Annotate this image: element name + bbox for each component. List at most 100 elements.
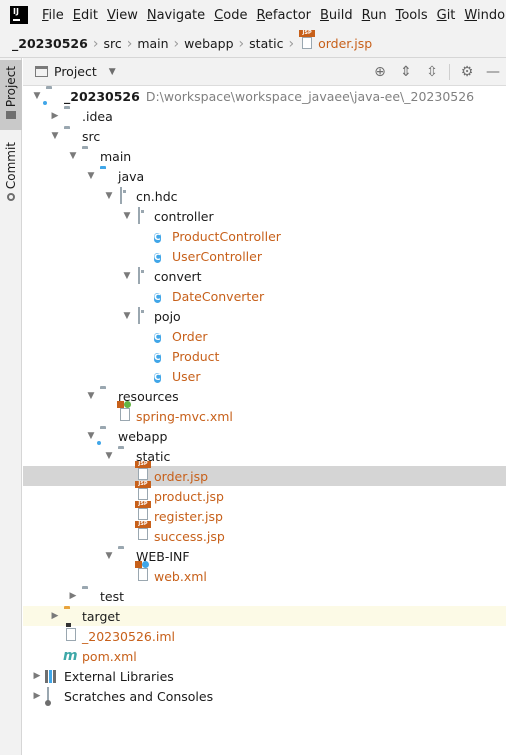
menu-view[interactable]: View: [107, 8, 138, 23]
menu-git[interactable]: Git: [437, 8, 456, 23]
tree-item-user[interactable]: C User: [23, 366, 506, 386]
tree-item-idea[interactable]: ▶ .idea: [23, 106, 506, 126]
tree-item-webapp[interactable]: ▼ webapp: [23, 426, 506, 446]
tree-item-web-xml[interactable]: web.xml: [23, 561, 506, 586]
project-tree: ▼ _20230526 D:\workspace\workspace_javae…: [23, 86, 506, 755]
menu-window[interactable]: Windo: [464, 8, 505, 23]
tree-item-dateconverter[interactable]: C DateConverter: [23, 286, 506, 306]
tree-item-label: convert: [154, 268, 202, 284]
tree-item-label: pojo: [154, 308, 181, 324]
class-icon: C: [154, 293, 161, 303]
web-folder-icon: [96, 428, 115, 446]
menu-file[interactable]: File: [42, 8, 64, 23]
tree-item-register-jsp[interactable]: JSP register.jsp: [23, 501, 506, 526]
tree-item-src[interactable]: ▼ src: [23, 126, 506, 146]
tree-item-label: Product: [172, 348, 220, 364]
tree-item-pojo[interactable]: ▼ pojo: [23, 306, 506, 326]
folder-icon: [63, 128, 79, 144]
tree-item-label: _20230526: [64, 88, 140, 104]
tree-item-static[interactable]: ▼ static: [23, 446, 506, 466]
chevron-right-icon[interactable]: ▶: [29, 691, 45, 701]
tool-window-strip: Project Commit: [0, 58, 22, 755]
commit-icon: [7, 193, 15, 202]
chevron-right-icon: ›: [238, 35, 245, 52]
tree-item-label: register.jsp: [154, 508, 223, 524]
tree-item-label: Order: [172, 328, 208, 344]
tree-item-external-libraries[interactable]: ▶ External Libraries: [23, 666, 506, 686]
tree-item-usercontroller[interactable]: C UserController: [23, 246, 506, 266]
commit-tool-tab[interactable]: Commit: [0, 136, 22, 206]
class-icon: C: [154, 373, 161, 383]
tree-item-order-jsp[interactable]: JSP order.jsp: [23, 461, 506, 486]
tree-item-controller[interactable]: ▼ controller: [23, 206, 506, 226]
tree-item-project-root[interactable]: ▼ _20230526 D:\workspace\workspace_javae…: [23, 86, 506, 106]
chevron-down-icon[interactable]: ▼: [119, 211, 135, 221]
tree-item-success-jsp[interactable]: JSP success.jsp: [23, 521, 506, 546]
minimize-icon[interactable]: —: [480, 64, 506, 80]
chevron-down-icon[interactable]: ▼: [83, 391, 99, 401]
web-xml-icon: [135, 561, 151, 584]
chevron-right-icon: ›: [173, 35, 180, 52]
tree-item-product-jsp[interactable]: JSP product.jsp: [23, 481, 506, 506]
tree-item-target[interactable]: ▶ target: [23, 606, 506, 626]
tree-item-test[interactable]: ▶ test: [23, 586, 506, 606]
chevron-right-icon[interactable]: ▶: [47, 611, 63, 621]
menu-code[interactable]: Code: [214, 8, 247, 23]
tree-item-productcontroller[interactable]: C ProductController: [23, 226, 506, 246]
breadcrumb-project[interactable]: _20230526: [12, 36, 88, 51]
menu-build[interactable]: Build: [320, 8, 353, 23]
chevron-down-icon[interactable]: ▼: [65, 151, 81, 161]
tree-item-label: src: [82, 128, 101, 144]
breadcrumb-order-jsp[interactable]: order.jsp: [318, 36, 372, 51]
resources-folder-icon: [99, 388, 115, 404]
breadcrumb-static[interactable]: static: [249, 36, 283, 51]
tree-item-java[interactable]: ▼ java: [23, 166, 506, 186]
tree-item-convert[interactable]: ▼ convert: [23, 266, 506, 286]
collapse-all-icon[interactable]: ⇳: [419, 64, 445, 80]
gear-icon[interactable]: ⚙: [454, 64, 480, 80]
menu-tools[interactable]: Tools: [396, 8, 428, 23]
tree-item-web-inf[interactable]: ▼ WEB-INF: [23, 546, 506, 566]
tree-item-cn-hdc[interactable]: ▼ cn.hdc: [23, 186, 506, 206]
menu-edit[interactable]: Edit: [73, 8, 98, 23]
menu-navigate[interactable]: Navigate: [147, 8, 205, 23]
chevron-down-icon[interactable]: ▼: [119, 311, 135, 321]
chevron-down-icon[interactable]: ▼: [119, 271, 135, 281]
jsp-file-icon: JSP: [135, 521, 151, 544]
chevron-down-icon[interactable]: ▼: [101, 451, 117, 461]
breadcrumb-src[interactable]: src: [103, 36, 121, 51]
tree-item-iml[interactable]: _20230526.iml: [23, 623, 506, 646]
tree-item-scratches[interactable]: ▶ Scratches and Consoles: [23, 686, 506, 706]
chevron-down-icon[interactable]: ▼: [101, 551, 117, 561]
chevron-right-icon: ›: [92, 35, 99, 52]
project-tool-tab[interactable]: Project: [0, 60, 22, 130]
chevron-right-icon[interactable]: ▶: [29, 671, 45, 681]
project-view-selector[interactable]: Project ▼: [23, 64, 116, 79]
folder-icon: [81, 148, 97, 164]
chevron-down-icon[interactable]: ▼: [47, 131, 63, 141]
window-icon: [35, 66, 48, 77]
chevron-down-icon[interactable]: ▼: [101, 191, 117, 201]
tree-item-label: cn.hdc: [136, 188, 178, 204]
chevron-right-icon[interactable]: ▶: [47, 111, 63, 121]
tree-item-label: spring-mvc.xml: [136, 408, 233, 424]
menu-refactor[interactable]: Refactor: [256, 8, 311, 23]
tree-item-product[interactable]: C Product: [23, 346, 506, 366]
tree-item-main[interactable]: ▼ main: [23, 146, 506, 166]
expand-all-icon[interactable]: ⇕: [393, 64, 419, 80]
tree-item-label: main: [100, 148, 132, 164]
menu-run[interactable]: Run: [362, 8, 387, 23]
chevron-down-icon[interactable]: ▼: [83, 171, 99, 181]
tree-item-label: order.jsp: [154, 468, 209, 484]
breadcrumb-main[interactable]: main: [137, 36, 168, 51]
tree-item-pom-xml[interactable]: m pom.xml: [23, 646, 506, 666]
tree-item-order[interactable]: C Order: [23, 326, 506, 346]
tree-item-label: UserController: [172, 248, 262, 264]
breadcrumb-webapp[interactable]: webapp: [184, 36, 233, 51]
chevron-right-icon[interactable]: ▶: [65, 591, 81, 601]
class-icon: C: [154, 253, 161, 263]
tree-item-resources[interactable]: ▼ resources: [23, 386, 506, 406]
chevron-right-icon: ›: [288, 35, 295, 52]
locate-file-icon[interactable]: ⊕: [367, 64, 393, 80]
tree-item-spring-mvc-xml[interactable]: spring-mvc.xml: [23, 401, 506, 426]
